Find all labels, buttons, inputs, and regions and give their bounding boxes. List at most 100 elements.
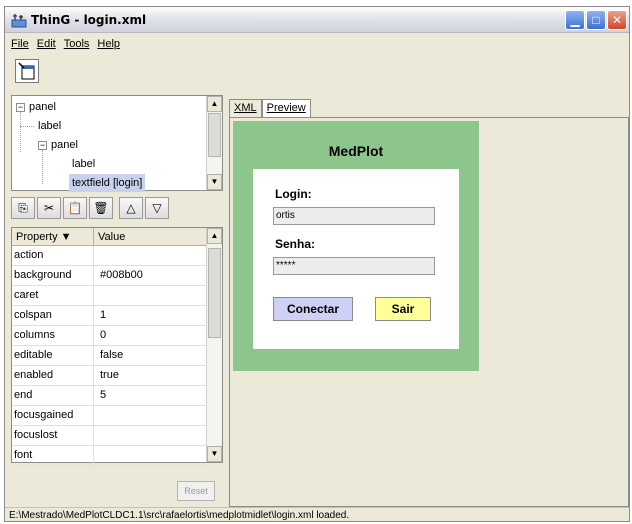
property-value[interactable]: #008b00 <box>94 266 143 285</box>
property-row[interactable]: colspan 1 <box>12 306 208 326</box>
property-row[interactable]: enabled true <box>12 366 208 386</box>
tree-item-label[interactable]: label <box>38 117 61 135</box>
app-icon <box>11 14 27 28</box>
property-value[interactable] <box>94 446 100 465</box>
menu-edit[interactable]: Edit <box>37 38 56 50</box>
copy-icon: ⎘ <box>18 200 28 215</box>
close-button[interactable]: ✕ <box>607 10 627 30</box>
property-row[interactable]: focusgained <box>12 406 208 426</box>
property-name: focusgained <box>12 406 94 425</box>
clipboard-icon: 📋 <box>67 201 83 215</box>
property-row[interactable]: editable false <box>12 346 208 366</box>
property-name: colspan <box>12 306 94 325</box>
property-value[interactable]: 0 <box>94 326 106 345</box>
new-document-icon <box>18 62 35 80</box>
property-name: action <box>12 246 94 265</box>
menu-file[interactable]: File <box>11 38 29 50</box>
window-title: ThinG - login.xml <box>31 13 147 27</box>
sort-down-icon: ▼ <box>60 231 72 243</box>
scroll-up-icon[interactable]: ▲ <box>207 96 222 112</box>
tree-scrollbar[interactable]: ▲ ▼ <box>206 96 222 190</box>
property-value[interactable]: true <box>94 366 119 385</box>
property-row[interactable]: font <box>12 446 208 466</box>
property-value[interactable]: 5 <box>94 386 106 405</box>
property-name: caret <box>12 286 94 305</box>
property-name: editable <box>12 346 94 365</box>
paste-button[interactable]: 📋 <box>63 197 87 219</box>
form-content: Login: ortis Senha: ***** Conectar Sair <box>253 169 459 349</box>
property-scrollbar[interactable]: ▲ ▼ <box>206 228 222 462</box>
property-row[interactable]: action <box>12 246 208 266</box>
column-header-property[interactable]: Property ▼ <box>12 228 94 246</box>
property-row[interactable]: focuslost <box>12 426 208 446</box>
tree-item-panel-root[interactable]: − panel <box>16 98 56 116</box>
scroll-up-icon[interactable]: ▲ <box>207 228 222 244</box>
menu-tools[interactable]: Tools <box>64 38 90 50</box>
tab-preview[interactable]: Preview <box>261 99 311 117</box>
delete-button[interactable]: 🗑 <box>89 197 113 219</box>
property-value[interactable]: 1 <box>94 306 106 325</box>
status-bar: E:\Mestrado\MedPlotCLDC1.1\src\rafaelort… <box>5 507 629 523</box>
title-bar[interactable]: ThinG - login.xml ▁ □ ✕ <box>5 7 629 33</box>
copy-button[interactable]: ⎘ <box>11 197 35 219</box>
edit-toolbar: ⎘ ✂ 📋 🗑 △ ▽ <box>11 197 169 223</box>
minimize-button[interactable]: ▁ <box>565 10 585 30</box>
tree-connector <box>42 150 43 184</box>
login-label: Login: <box>275 187 312 201</box>
property-table[interactable]: Property ▼ Value action background #008b00… <box>11 227 223 466</box>
tree-item-label-child[interactable]: label <box>72 155 95 173</box>
password-label: Senha: <box>275 237 316 251</box>
form-title: MedPlot <box>328 143 384 159</box>
main-toolbar <box>5 55 629 89</box>
login-field[interactable]: ortis <box>273 207 435 225</box>
password-field[interactable]: ***** <box>273 257 435 275</box>
menu-bar: File Edit Tools Help <box>5 34 629 54</box>
property-name: font <box>12 446 94 465</box>
scissors-icon: ✂ <box>43 201 55 215</box>
scroll-thumb[interactable] <box>208 113 221 157</box>
scroll-down-icon[interactable]: ▼ <box>207 174 222 190</box>
reset-button[interactable]: Reset <box>177 481 215 501</box>
property-name: end <box>12 386 94 405</box>
tree-item-panel-child[interactable]: − panel <box>38 136 78 154</box>
menu-help[interactable]: Help <box>97 38 120 50</box>
column-header-value[interactable]: Value <box>94 228 208 246</box>
component-tree[interactable]: − panel label − panel label textfield [log… <box>11 95 223 192</box>
move-up-button[interactable]: △ <box>119 197 143 219</box>
property-name: background <box>12 266 94 285</box>
new-file-button[interactable] <box>15 59 39 83</box>
arrow-up-icon: △ <box>126 201 136 215</box>
property-value[interactable] <box>94 286 100 305</box>
maximize-button[interactable]: □ <box>586 10 606 30</box>
tree-connector <box>20 112 21 152</box>
scroll-thumb[interactable] <box>208 248 221 338</box>
property-row[interactable]: caret <box>12 286 208 306</box>
property-value[interactable] <box>94 246 100 265</box>
property-name: focuslost <box>12 426 94 445</box>
collapse-icon[interactable]: − <box>38 140 47 150</box>
tab-xml[interactable]: XML <box>229 99 262 117</box>
app-window: ThinG - login.xml ▁ □ ✕ File Edit Tools … <box>4 6 630 522</box>
cut-button[interactable]: ✂ <box>37 197 61 219</box>
property-table-header: Property ▼ Value <box>12 228 208 246</box>
editor-tabs: XML Preview <box>229 99 311 117</box>
property-value[interactable] <box>94 426 100 445</box>
trash-icon: 🗑 <box>93 201 109 215</box>
window-controls: ▁ □ ✕ <box>565 10 627 30</box>
exit-button[interactable]: Sair <box>375 297 431 321</box>
tree-connector <box>20 126 34 127</box>
property-name: enabled <box>12 366 94 385</box>
property-row[interactable]: background #008b00 <box>12 266 208 286</box>
connect-button[interactable]: Conectar <box>273 297 353 321</box>
property-row[interactable]: columns 0 <box>12 326 208 346</box>
arrow-down-icon: ▽ <box>152 201 162 215</box>
tree-item-textfield-login[interactable]: textfield [login] <box>69 174 146 192</box>
property-name: columns <box>12 326 94 345</box>
property-value[interactable] <box>94 406 100 425</box>
move-down-button[interactable]: ▽ <box>145 197 169 219</box>
property-value[interactable]: false <box>94 346 123 365</box>
scroll-down-icon[interactable]: ▼ <box>207 446 222 462</box>
property-row[interactable]: end 5 <box>12 386 208 406</box>
collapse-icon[interactable]: − <box>16 102 25 112</box>
preview-form-panel: MedPlot Login: ortis Senha: ***** Conect… <box>233 121 479 371</box>
